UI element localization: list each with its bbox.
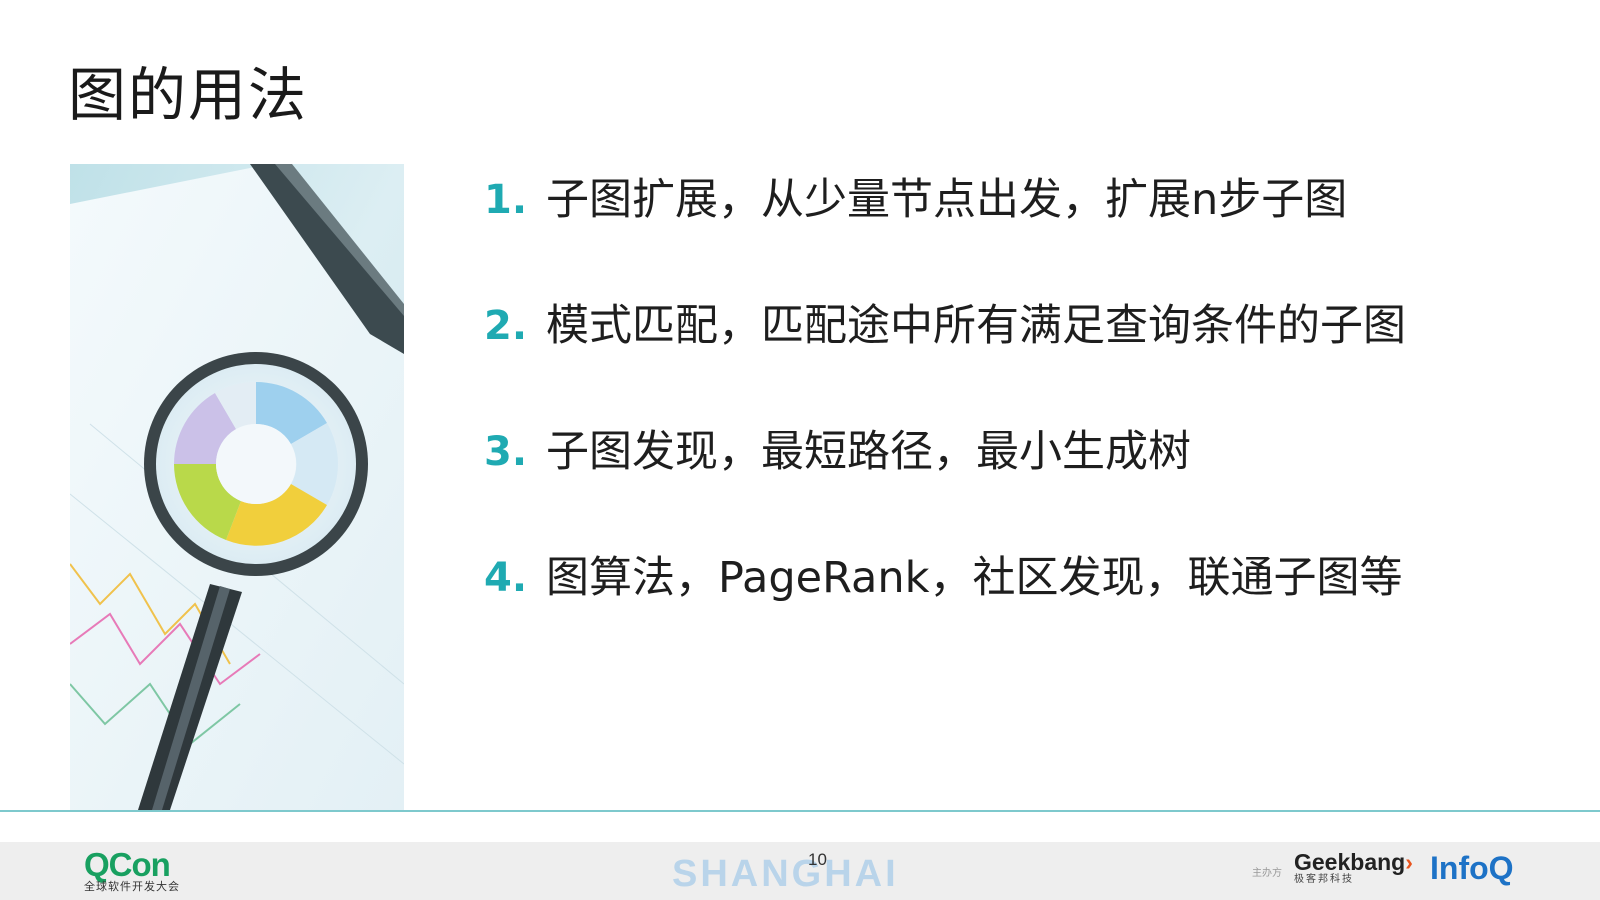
usage-list: 1. 子图扩展，从少量节点出发，扩展n步子图 2. 模式匹配，匹配途中所有满足查… [484,170,1544,674]
list-item: 1. 子图扩展，从少量节点出发，扩展n步子图 [484,170,1544,296]
item-number: 2. [484,303,528,349]
city-label: SHANGHAI [672,853,899,895]
geekbang-logo: Geekbang› 极客邦科技 [1294,850,1413,886]
footer-bar: QCon 全球软件开发大会 SHANGHAI 10 主办方 Geekbang› … [0,842,1600,900]
list-item: 4. 图算法，PageRank，社区发现，联通子图等 [484,548,1544,674]
qcon-logo: QCon 全球软件开发大会 [84,846,180,893]
item-text: 子图扩展，从少量节点出发，扩展n步子图 [546,175,1348,225]
item-text: 子图发现，最短路径，最小生成树 [546,427,1191,477]
item-text: 模式匹配，匹配途中所有满足查询条件的子图 [546,301,1406,351]
footer-divider [0,810,1600,812]
item-number: 1. [484,177,528,223]
item-number: 3. [484,429,528,475]
qcon-logo-text: QCon [84,846,171,883]
page-number: 10 [808,850,827,869]
geekbang-logo-text: Geekbang [1294,849,1406,875]
qcon-tagline: 全球软件开发大会 [84,880,180,893]
geekbang-sub: 极客邦科技 [1294,874,1354,885]
list-item: 2. 模式匹配，匹配途中所有满足查询条件的子图 [484,296,1544,422]
slide-title: 图的用法 [68,61,309,129]
infoq-logo: InfoQ [1430,850,1514,886]
chevron-right-icon: › [1405,849,1413,875]
magnifier-chart-image [70,164,404,810]
item-number: 4. [484,555,528,601]
host-label: 主办方 [1252,868,1282,879]
item-text: 图算法，PageRank，社区发现，联通子图等 [546,553,1403,603]
list-item: 3. 子图发现，最短路径，最小生成树 [484,422,1544,548]
